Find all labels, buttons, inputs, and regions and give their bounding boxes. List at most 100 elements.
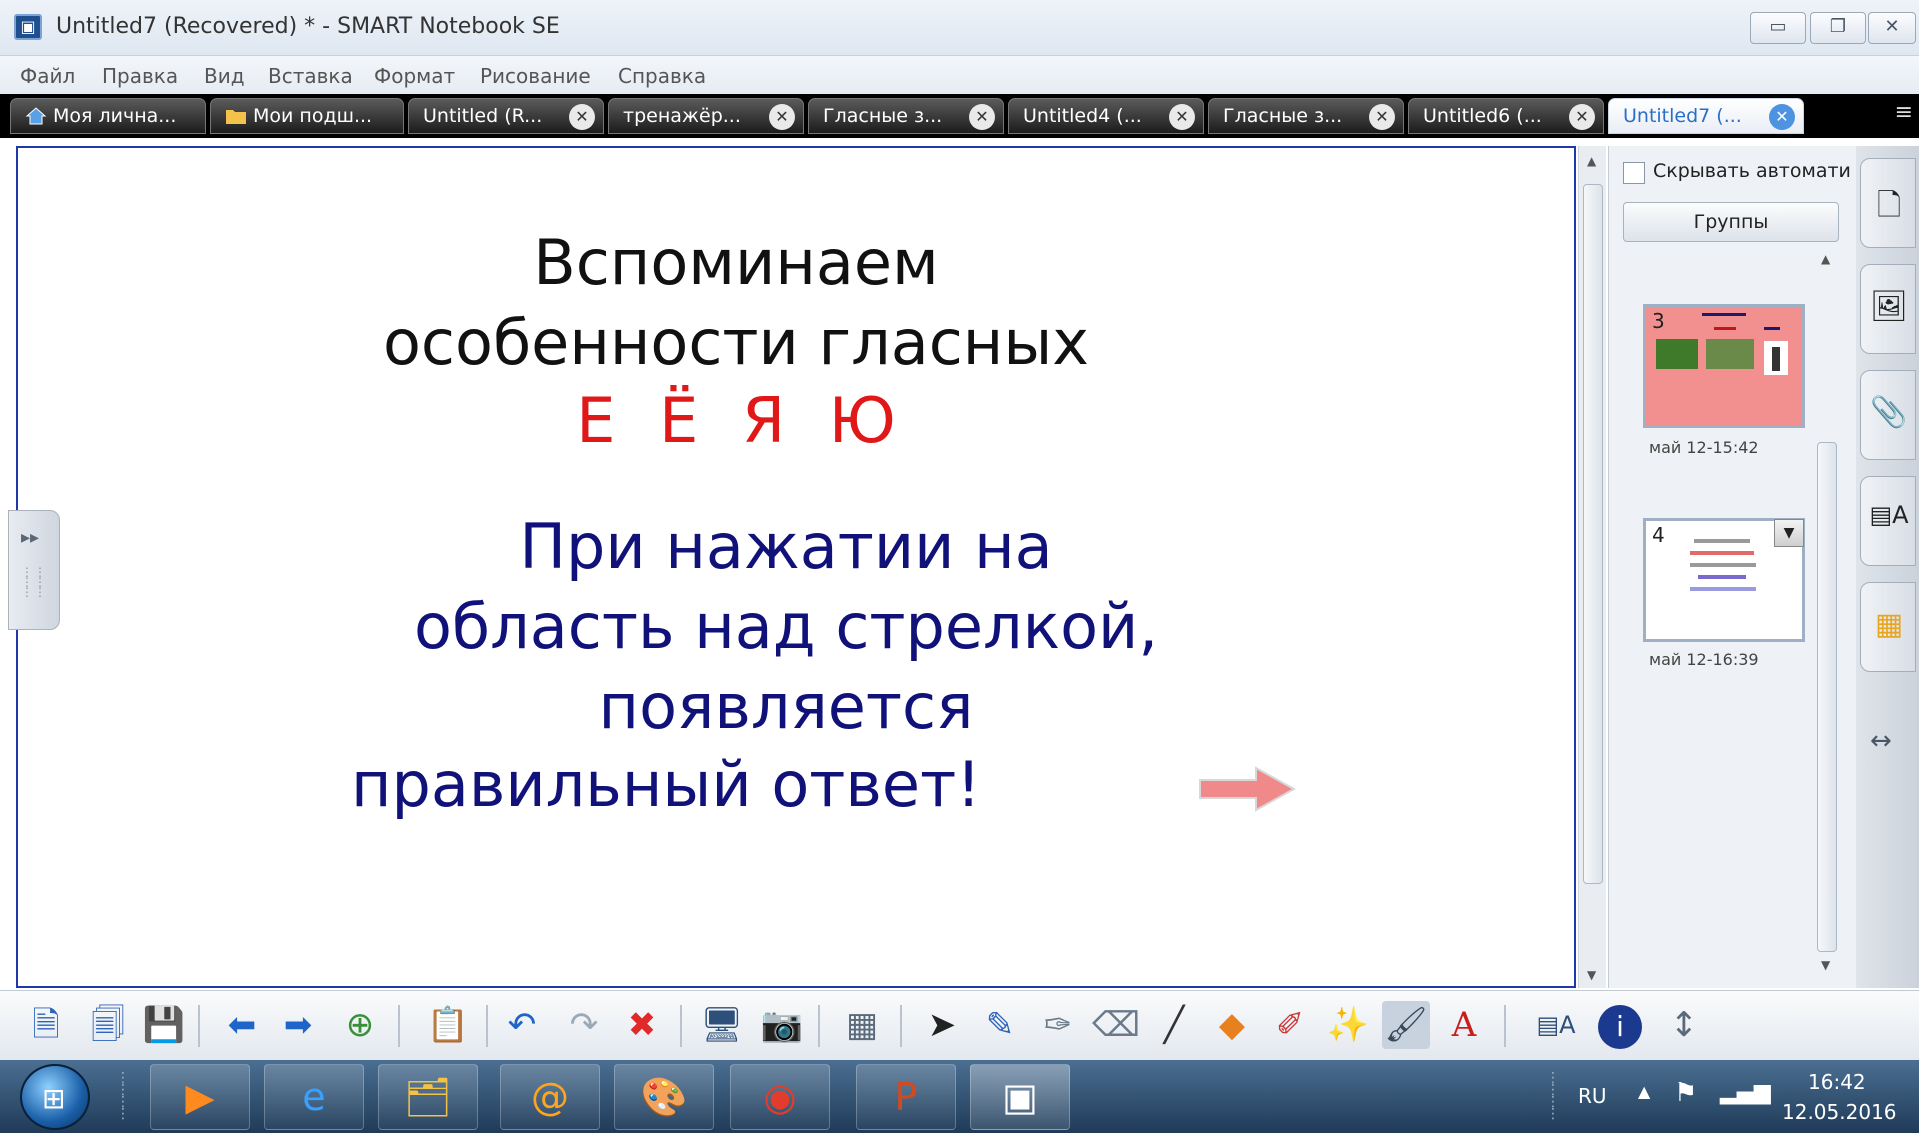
eraser-icon[interactable]: ⌫ — [1092, 1001, 1140, 1049]
gallery-tab[interactable]: 🖼 — [1860, 264, 1916, 354]
groups-button[interactable]: Группы — [1623, 202, 1839, 242]
menu-format[interactable]: Формат — [374, 64, 455, 88]
close-tab-icon[interactable]: ✕ — [1369, 104, 1395, 130]
page-thumbnail[interactable]: 4 ▼ — [1643, 518, 1805, 642]
shape-pen-icon[interactable]: ✐ — [1266, 1001, 1314, 1049]
chrome-icon[interactable]: ◉ — [730, 1064, 830, 1130]
canvas-scrollbar[interactable]: ▲ ▼ — [1578, 146, 1606, 988]
close-button[interactable]: ✕ — [1868, 12, 1916, 44]
slide-body-line3[interactable]: появляется — [8, 670, 1564, 743]
scroll-down-icon[interactable]: ▼ — [1587, 968, 1596, 982]
close-tab-icon[interactable]: ✕ — [1769, 104, 1795, 130]
main-toolbar: 🗎 🗐 💾 ⬅ ➡ ⊕ 📋 ↶ ↷ ✖ 🖥 📷 ▦ ➤ ✎ ✑ ⌫ ╱ ◆ ✐ … — [0, 990, 1919, 1060]
clock-time[interactable]: 16:42 — [1808, 1070, 1866, 1094]
scroll-thumb[interactable] — [1583, 184, 1603, 884]
menu-draw[interactable]: Рисование — [480, 64, 591, 88]
right-arrow-icon[interactable] — [1198, 764, 1298, 814]
line-icon[interactable]: ╱ — [1150, 1001, 1198, 1049]
add-page-icon[interactable]: ⊕ — [336, 1001, 384, 1049]
language-indicator[interactable]: RU — [1578, 1084, 1607, 1108]
menu-help[interactable]: Справка — [618, 64, 706, 88]
delete-page-icon[interactable]: 🗐 — [84, 1001, 132, 1049]
slide-body-line1[interactable]: При нажатии на — [8, 510, 1564, 583]
close-tab-icon[interactable]: ✕ — [569, 104, 595, 130]
slide-heading-line1[interactable]: Вспоминаем — [0, 226, 1514, 299]
powerpoint-icon[interactable]: P — [856, 1064, 956, 1130]
scroll-up-icon[interactable]: ▲ — [1587, 154, 1596, 168]
start-button[interactable]: ⊞ — [20, 1064, 90, 1130]
sorter-scrollbar[interactable]: ▲ ▼ — [1813, 252, 1841, 972]
tab-my-content[interactable]: Моя лична... — [10, 98, 206, 134]
page-sorter-tab[interactable]: 🗋 — [1860, 158, 1916, 248]
action-center-icon[interactable]: ⚑ — [1674, 1078, 1697, 1108]
auto-hide-checkbox[interactable] — [1623, 162, 1645, 184]
attachments-tab[interactable]: 📎 — [1860, 370, 1916, 460]
mail-agent-icon[interactable]: @ — [500, 1064, 600, 1130]
restore-button[interactable]: ❐ — [1810, 12, 1866, 44]
left-toolbar-handle[interactable]: ▸▸ ⋮⋮ ⋮⋮ ⋮⋮ — [8, 510, 60, 630]
new-page-icon[interactable]: 🗎 — [22, 1001, 70, 1049]
menu-view[interactable]: Вид — [204, 64, 245, 88]
page-number: 4 — [1652, 523, 1665, 547]
scroll-up-icon[interactable]: ▲ — [1821, 252, 1830, 266]
properties-icon[interactable]: ▤A — [1532, 1001, 1580, 1049]
next-page-icon[interactable]: ➡ — [274, 1001, 322, 1049]
minimize-button[interactable]: ▭ — [1750, 12, 1806, 44]
page-menu-dropdown-icon[interactable]: ▼ — [1774, 519, 1804, 547]
show-hidden-icons-icon[interactable]: ▲ — [1638, 1082, 1650, 1101]
info-icon[interactable]: i — [1596, 1001, 1644, 1049]
tab-document[interactable]: тренажёр... ✕ — [608, 98, 804, 134]
screen-shade-icon[interactable]: 🖥 — [698, 1001, 746, 1049]
tab-document[interactable]: Untitled6 (... ✕ — [1408, 98, 1604, 134]
paste-icon[interactable]: 📋 — [424, 1001, 472, 1049]
tab-document-active[interactable]: Untitled7 (... ✕ — [1608, 98, 1804, 134]
clock-date[interactable]: 12.05.2016 — [1782, 1100, 1897, 1124]
screen-capture-icon[interactable]: 📷 — [758, 1001, 806, 1049]
internet-explorer-icon[interactable]: e — [264, 1064, 364, 1130]
document-tabs: Моя лична... Мои подш... Untitled (R... … — [0, 94, 1919, 138]
close-tab-icon[interactable]: ✕ — [1169, 104, 1195, 130]
network-signal-icon[interactable]: ▂▄▆ — [1720, 1080, 1771, 1105]
page-thumbnail[interactable]: 3 — [1643, 304, 1805, 428]
vowel-letters[interactable]: Е Ё Я Ю — [0, 384, 1514, 457]
table-icon[interactable]: ▦ — [838, 1001, 886, 1049]
text-icon[interactable]: A — [1440, 1001, 1488, 1049]
restore-icon: ❐ — [1829, 16, 1847, 37]
redo-icon[interactable]: ↷ — [560, 1001, 608, 1049]
undo-icon[interactable]: ↶ — [498, 1001, 546, 1049]
menu-edit[interactable]: Правка — [102, 64, 178, 88]
scroll-thumb[interactable] — [1817, 442, 1837, 952]
whiteboard-canvas[interactable]: Вспоминаем особенности гласных Е Ё Я Ю П… — [16, 146, 1576, 988]
smart-notebook-icon[interactable]: ▣ — [970, 1064, 1070, 1130]
previous-page-icon[interactable]: ⬅ — [218, 1001, 266, 1049]
tabs-menu-icon[interactable]: ≡ — [1895, 100, 1913, 125]
magic-pen-icon[interactable]: ✨ — [1324, 1001, 1372, 1049]
menu-insert[interactable]: Вставка — [268, 64, 353, 88]
move-toolbar-icon[interactable]: ↕ — [1660, 1001, 1708, 1049]
swap-side-icon[interactable]: ↔ — [1870, 726, 1892, 756]
paint-icon[interactable]: 🎨 — [614, 1064, 714, 1130]
close-tab-icon[interactable]: ✕ — [1569, 104, 1595, 130]
tab-document[interactable]: Untitled4 (... ✕ — [1008, 98, 1204, 134]
tab-my-subscriptions[interactable]: Мои подш... — [210, 98, 404, 134]
menu-file[interactable]: Файл — [20, 64, 75, 88]
fill-icon[interactable]: 🖌 — [1382, 1001, 1430, 1049]
save-icon[interactable]: 💾 — [140, 1001, 188, 1049]
delete-icon[interactable]: ✖ — [618, 1001, 666, 1049]
addons-tab[interactable]: ▦ — [1860, 582, 1916, 672]
scroll-down-icon[interactable]: ▼ — [1821, 958, 1830, 972]
media-player-icon[interactable]: ▶ — [150, 1064, 250, 1130]
pen-icon[interactable]: ✎ — [976, 1001, 1024, 1049]
tab-document[interactable]: Гласные з... ✕ — [808, 98, 1004, 134]
select-icon[interactable]: ➤ — [918, 1001, 966, 1049]
close-tab-icon[interactable]: ✕ — [769, 104, 795, 130]
tab-document[interactable]: Гласные з... ✕ — [1208, 98, 1404, 134]
tab-document[interactable]: Untitled (R... ✕ — [408, 98, 604, 134]
slide-body-line2[interactable]: область над стрелкой, — [8, 590, 1564, 663]
properties-tab[interactable]: ▤A — [1860, 476, 1916, 566]
creative-pen-icon[interactable]: ✑ — [1034, 1001, 1082, 1049]
file-explorer-icon[interactable]: 🗂 — [378, 1064, 478, 1130]
shapes-icon[interactable]: ◆ — [1208, 1001, 1256, 1049]
slide-heading-line2[interactable]: особенности гласных — [0, 306, 1514, 379]
close-tab-icon[interactable]: ✕ — [969, 104, 995, 130]
